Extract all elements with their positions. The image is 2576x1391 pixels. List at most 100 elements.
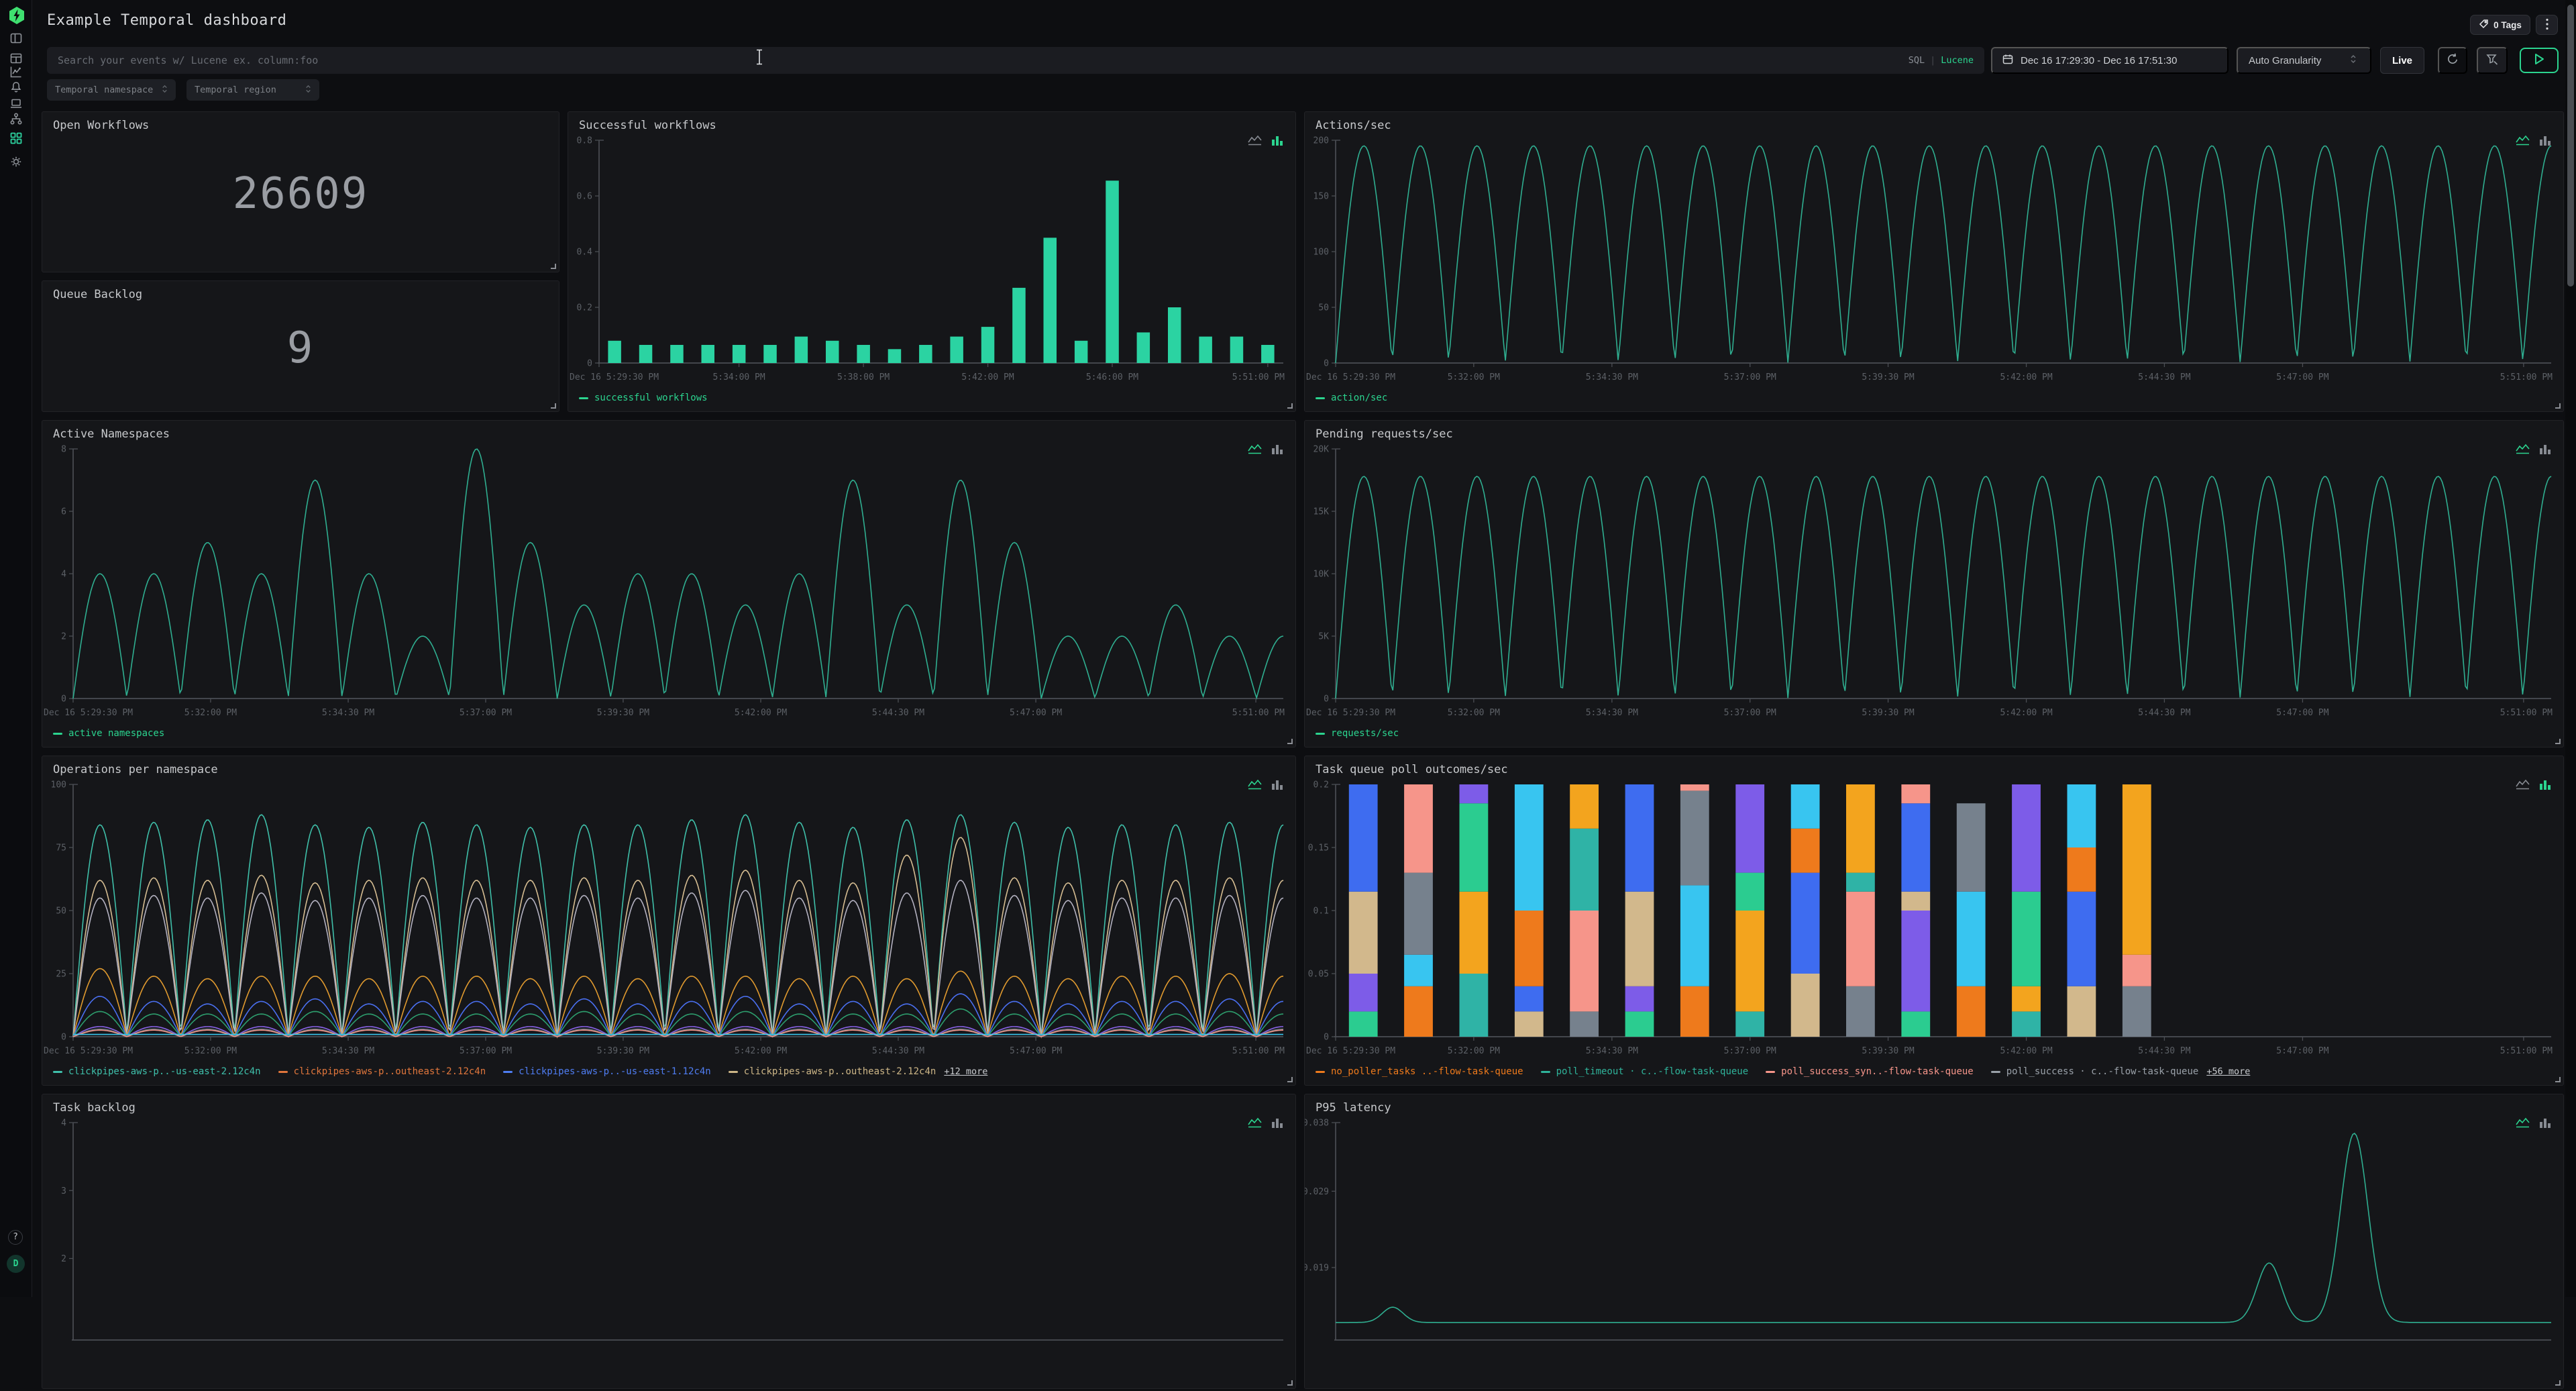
- legend-item[interactable]: clickpipes-aws-p..outheast-2.12c4n: [729, 1066, 936, 1077]
- panel-resize-handle[interactable]: [2555, 1077, 2561, 1082]
- legend-label: poll_success · c..-flow-task-queue: [2006, 1066, 2199, 1077]
- legend-item[interactable]: no_poller_tasks ..-flow-task-queue: [1316, 1066, 1523, 1077]
- panel-task-backlog: Task backlog 234: [42, 1094, 1296, 1389]
- search-input[interactable]: [47, 47, 1870, 74]
- legend-item[interactable]: clickpipes-aws-p..-us-east-2.12c4n: [53, 1066, 261, 1077]
- svg-text:25: 25: [56, 970, 66, 980]
- user-avatar[interactable]: D: [7, 1255, 25, 1273]
- svg-text:5:44:30 PM: 5:44:30 PM: [2138, 372, 2190, 382]
- refresh-icon: [2446, 52, 2459, 68]
- svg-text:5:51:00 PM: 5:51:00 PM: [2500, 1046, 2553, 1056]
- panel-resize-handle[interactable]: [1287, 739, 1293, 744]
- sidebar-item-alerts[interactable]: [9, 80, 23, 95]
- chart-p95-latency: 0.0190.0290.038: [1305, 1094, 2563, 1388]
- svg-text:8: 8: [61, 445, 66, 455]
- panel-open-workflows: Open Workflows26609: [42, 111, 559, 272]
- tag-icon: [2479, 19, 2489, 31]
- date-range-button[interactable]: Dec 16 17:29:30 - Dec 16 17:51:30: [1991, 47, 2229, 74]
- app-logo-icon[interactable]: [9, 7, 23, 21]
- legend-swatch: [503, 1071, 513, 1073]
- legend-item[interactable]: successful workflows: [579, 393, 708, 403]
- scrollbar-track[interactable]: [2565, 0, 2576, 1297]
- sidebar-item-topology[interactable]: [9, 111, 23, 126]
- live-button[interactable]: Live: [2380, 47, 2424, 74]
- legend-item[interactable]: action/sec: [1316, 393, 1387, 403]
- legend-item[interactable]: active namespaces: [53, 728, 164, 739]
- calendar-icon: [2002, 53, 2014, 68]
- scrollbar-thumb[interactable]: [2567, 5, 2574, 287]
- svg-text:5:47:00 PM: 5:47:00 PM: [2276, 1046, 2328, 1056]
- legend-more-link[interactable]: +12 more: [944, 1066, 987, 1077]
- svg-text:5:37:00 PM: 5:37:00 PM: [1724, 708, 1776, 718]
- legend-label: clickpipes-aws-p..outheast-2.12c4n: [294, 1066, 486, 1077]
- panel-resize-handle[interactable]: [1287, 403, 1293, 409]
- run-query-button[interactable]: [2520, 48, 2559, 73]
- svg-text:75: 75: [56, 843, 66, 854]
- svg-text:Dec 16 5:29:30 PM: Dec 16 5:29:30 PM: [1306, 372, 1395, 382]
- legend-label: active namespaces: [68, 728, 164, 739]
- live-label: Live: [2392, 55, 2412, 66]
- legend-item[interactable]: clickpipes-aws-p..outheast-2.12c4n: [278, 1066, 486, 1077]
- more-menu-button[interactable]: [2536, 15, 2558, 35]
- svg-text:10K: 10K: [1313, 570, 1330, 580]
- sidebar-item-tables[interactable]: [9, 51, 23, 66]
- panel-resize-handle[interactable]: [2555, 1380, 2561, 1386]
- svg-text:Dec 16 5:29:30 PM: Dec 16 5:29:30 PM: [570, 372, 659, 382]
- legend-label: poll_timeout · c..-flow-task-queue: [1556, 1066, 1749, 1077]
- legend-more-link[interactable]: +56 more: [2206, 1066, 2250, 1077]
- tags-button[interactable]: 0 Tags: [2470, 15, 2530, 35]
- page-title: Example Temporal dashboard: [47, 12, 286, 29]
- svg-text:5:46:00 PM: 5:46:00 PM: [1086, 372, 1138, 382]
- svg-text:4: 4: [61, 1119, 66, 1129]
- sidebar: ? D: [0, 0, 32, 1297]
- legend-item[interactable]: poll_success_syn..-flow-task-queue: [1766, 1066, 1974, 1077]
- chart-legend: clickpipes-aws-p..-us-east-2.12c4n clickp…: [53, 1066, 987, 1077]
- filter-button[interactable]: [2477, 47, 2508, 74]
- svg-text:5:42:00 PM: 5:42:00 PM: [2000, 708, 2052, 718]
- help-button[interactable]: ?: [8, 1230, 23, 1245]
- legend-label: requests/sec: [1331, 728, 1399, 739]
- panel-resize-handle[interactable]: [2555, 739, 2561, 744]
- legend-item[interactable]: poll_timeout · c..-flow-task-queue: [1541, 1066, 1749, 1077]
- legend-item[interactable]: clickpipes-aws-p..-us-east-1.12c4n: [503, 1066, 711, 1077]
- sidebar-item-settings[interactable]: [9, 154, 23, 169]
- mode-sql-label[interactable]: SQL: [1909, 55, 1925, 66]
- panel-pending-requests: Pending requests/sec 05K10K15K20KDec 16 …: [1304, 420, 2564, 748]
- panel-actions-sec: Actions/sec 050100150200Dec 16 5:29:30 P…: [1304, 111, 2564, 412]
- svg-text:0: 0: [1324, 694, 1329, 705]
- svg-text:5:51:00 PM: 5:51:00 PM: [1232, 1046, 1285, 1056]
- panel-active-namespaces: Active Namespaces 02468Dec 16 5:29:30 PM…: [42, 420, 1296, 748]
- svg-text:5:51:00 PM: 5:51:00 PM: [1232, 708, 1285, 718]
- panel-resize-handle[interactable]: [551, 403, 556, 409]
- svg-text:Dec 16 5:29:30 PM: Dec 16 5:29:30 PM: [44, 1046, 133, 1056]
- filter-temporal-namespace[interactable]: Temporal namespace: [47, 79, 176, 101]
- panel-resize-handle[interactable]: [2555, 403, 2561, 409]
- panel-title: Queue Backlog: [53, 288, 142, 301]
- svg-text:5:51:00 PM: 5:51:00 PM: [2500, 372, 2553, 382]
- panel-resize-handle[interactable]: [1287, 1380, 1293, 1386]
- filter-temporal-region[interactable]: Temporal region: [186, 79, 319, 101]
- query-mode-toggle[interactable]: SQL | Lucene: [1909, 47, 1974, 74]
- sidebar-item-metrics[interactable]: [9, 64, 23, 79]
- panel-resize-handle[interactable]: [1287, 1077, 1293, 1082]
- svg-text:Dec 16 5:29:30 PM: Dec 16 5:29:30 PM: [1306, 708, 1395, 718]
- refresh-button[interactable]: [2438, 47, 2467, 74]
- svg-text:5:38:00 PM: 5:38:00 PM: [837, 372, 890, 382]
- sidebar-item-dashboards[interactable]: [9, 131, 23, 146]
- sidebar-item-toggle[interactable]: [9, 31, 23, 46]
- svg-text:5:39:30 PM: 5:39:30 PM: [597, 708, 649, 718]
- search-bar[interactable]: SQL | Lucene: [47, 47, 1984, 74]
- legend-item[interactable]: poll_success · c..-flow-task-queue: [1991, 1066, 2199, 1077]
- svg-text:5:47:00 PM: 5:47:00 PM: [1010, 708, 1062, 718]
- mode-lucene-label[interactable]: Lucene: [1941, 55, 1974, 66]
- granularity-select[interactable]: Auto Granularity: [2237, 47, 2371, 74]
- legend-item[interactable]: requests/sec: [1316, 728, 1399, 739]
- panel-resize-handle[interactable]: [551, 264, 556, 269]
- legend-label: successful workflows: [594, 393, 708, 403]
- stat-value: 26609: [42, 169, 559, 219]
- svg-text:5:44:30 PM: 5:44:30 PM: [872, 1046, 924, 1056]
- legend-swatch: [278, 1071, 288, 1073]
- svg-text:0.15: 0.15: [1308, 843, 1329, 854]
- legend-swatch: [1316, 1071, 1325, 1073]
- sidebar-item-devices[interactable]: [9, 96, 23, 111]
